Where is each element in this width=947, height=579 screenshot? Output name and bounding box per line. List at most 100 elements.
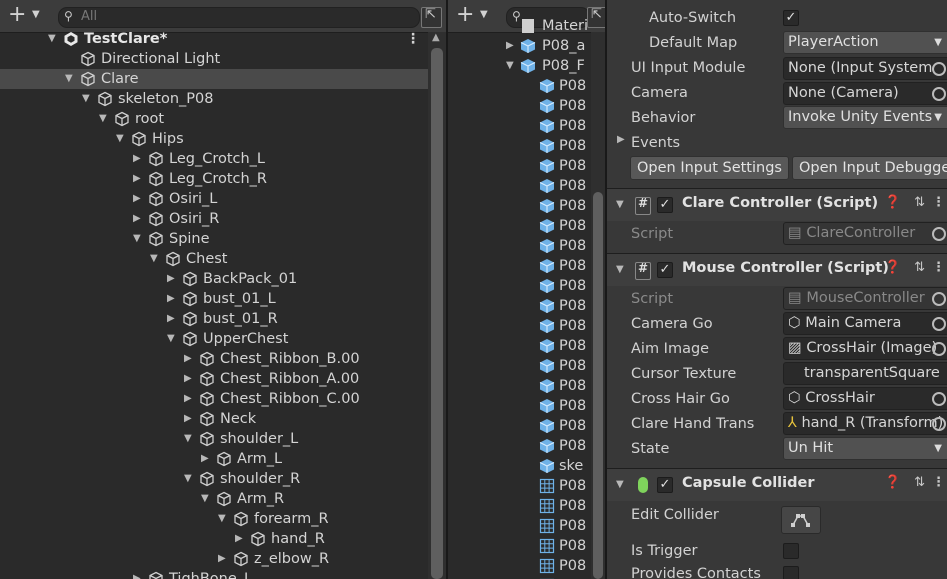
camera-field[interactable]: None (Camera) [783,82,947,105]
hierarchy-row[interactable]: ▶ Osiri_R [0,209,446,229]
clare-hand-trans-field[interactable]: ⅄ hand_R (Transform) [783,412,947,435]
project-row[interactable]: P08 [448,116,591,136]
project-row[interactable]: P08 [448,516,591,536]
object-picker-icon[interactable] [932,417,946,431]
preset-icon[interactable]: ⇅ [914,195,925,210]
hierarchy-row[interactable]: ▶ Chest_Ribbon_C.00 [0,389,446,409]
foldout-open-icon[interactable]: ▼ [506,56,514,76]
project-row[interactable]: P08 [448,356,591,376]
project-row[interactable]: Materi [448,16,591,36]
foldout-closed-icon[interactable]: ▶ [133,169,141,189]
clare-controller-header[interactable]: ▼ # ✓ Clare Controller (Script) ❓ ⇅ ⋮ [607,188,947,221]
project-row[interactable]: P08 [448,156,591,176]
foldout-open-icon[interactable]: ▼ [184,429,192,449]
foldout-closed-icon[interactable]: ▶ [133,189,141,209]
hierarchy-row[interactable]: ▶ z_elbow_R [0,549,446,569]
project-row[interactable]: P08 [448,536,591,556]
project-row[interactable]: P08 [448,476,591,496]
foldout-open-icon[interactable]: ▼ [218,509,226,529]
hierarchy-row[interactable]: ▶ Arm_L [0,449,446,469]
project-row[interactable]: P08 [448,396,591,416]
events-foldout-icon[interactable]: ▶ [617,134,625,145]
behavior-dropdown[interactable]: Invoke Unity Events ▼ [783,106,947,129]
foldout-closed-icon[interactable]: ▶ [167,269,175,289]
foldout-closed-icon[interactable]: ▶ [184,409,192,429]
help-icon[interactable]: ❓ [885,195,901,210]
component-foldout-icon[interactable]: ▼ [616,264,624,275]
project-row[interactable]: P08 [448,96,591,116]
project-scroll-thumb[interactable] [593,192,603,579]
hierarchy-row[interactable]: ▼ Chest [0,249,446,269]
hierarchy-row[interactable]: ▼ root [0,109,446,129]
foldout-open-icon[interactable]: ▼ [201,489,209,509]
hierarchy-row[interactable]: ▶ bust_01_R [0,309,446,329]
hierarchy-row[interactable]: Directional Light [0,49,446,69]
auto-switch-checkbox[interactable]: ✓ [783,10,799,26]
hierarchy-row[interactable]: ▼ Clare [0,69,446,89]
object-picker-icon[interactable] [932,227,946,241]
hierarchy-row[interactable]: ▶ BackPack_01 [0,269,446,289]
aim-image-field[interactable]: ▨ CrossHair (Image) [783,337,947,360]
hierarchy-row[interactable]: ▶ Leg_Crotch_L [0,149,446,169]
add-dropdown-icon[interactable]: ▼ [32,9,40,20]
object-picker-icon[interactable] [932,317,946,331]
hierarchy-row[interactable]: ▶ bust_01_L [0,289,446,309]
component-foldout-icon[interactable]: ▼ [616,199,624,210]
project-row[interactable]: P08 [448,76,591,96]
scene-menu-icon[interactable]: ⋮ [406,29,420,49]
project-row[interactable]: ▼ P08_F [448,56,591,76]
project-scrollbar[interactable] [591,32,605,579]
project-row[interactable]: P08 [448,196,591,216]
object-picker-icon[interactable] [932,392,946,406]
foldout-closed-icon[interactable]: ▶ [184,349,192,369]
hierarchy-row[interactable]: ▶ Osiri_L [0,189,446,209]
foldout-open-icon[interactable]: ▼ [99,109,107,129]
component-menu-icon[interactable]: ⋮ [932,195,945,210]
foldout-open-icon[interactable]: ▼ [116,129,124,149]
hierarchy-row[interactable]: ▼ Spine [0,229,446,249]
project-row[interactable]: P08 [448,216,591,236]
is-trigger-checkbox[interactable] [783,543,799,559]
capsule-collider-header[interactable]: ▼ ✓ Capsule Collider ❓ ⇅ ⋮ [607,468,947,501]
project-row[interactable]: P08 [448,296,591,316]
project-row[interactable]: P08 [448,136,591,156]
foldout-closed-icon[interactable]: ▶ [235,529,243,549]
object-picker-icon[interactable] [932,292,946,306]
foldout-open-icon[interactable]: ▼ [48,29,56,49]
scroll-up-icon[interactable]: ▲ [432,32,440,43]
state-dropdown[interactable]: Un Hit ▼ [783,437,947,460]
project-row[interactable]: ske [448,456,591,476]
search-filter-button[interactable]: ⇱ [421,7,442,28]
help-icon[interactable]: ❓ [885,260,901,275]
project-row[interactable]: P08 [448,236,591,256]
foldout-closed-icon[interactable]: ▶ [218,549,226,569]
foldout-open-icon[interactable]: ▼ [184,469,192,489]
hierarchy-row[interactable]: ▶ Chest_Ribbon_B.00 [0,349,446,369]
hierarchy-scroll-thumb[interactable] [431,48,443,579]
preset-icon[interactable]: ⇅ [914,475,925,490]
foldout-closed-icon[interactable]: ▶ [133,149,141,169]
capsule-collider-enabled-checkbox[interactable]: ✓ [657,477,673,493]
hierarchy-scrollbar[interactable]: ▲ [428,32,446,579]
project-row[interactable]: P08 [448,256,591,276]
foldout-open-icon[interactable]: ▼ [65,69,73,89]
foldout-closed-icon[interactable]: ▶ [167,289,175,309]
provides-contacts-checkbox[interactable] [783,566,799,579]
ui-input-module-field[interactable]: None (Input System [783,57,947,80]
foldout-closed-icon[interactable]: ▶ [184,369,192,389]
hierarchy-row[interactable]: ▶ Chest_Ribbon_A.00 [0,369,446,389]
foldout-closed-icon[interactable]: ▶ [201,449,209,469]
project-row[interactable]: P08 [448,176,591,196]
hierarchy-row[interactable]: ▼ skeleton_P08 [0,89,446,109]
foldout-closed-icon[interactable]: ▶ [133,569,141,579]
object-picker-icon[interactable] [932,87,946,101]
hierarchy-row[interactable]: ▼ shoulder_L [0,429,446,449]
hierarchy-row[interactable]: ▼ forearm_R [0,509,446,529]
clare-script-field[interactable]: ▤ ClareController [783,222,947,245]
edit-collider-button[interactable] [781,506,821,534]
project-row[interactable]: P08 [448,316,591,336]
foldout-closed-icon[interactable]: ▶ [133,209,141,229]
component-foldout-icon[interactable]: ▼ [616,479,624,490]
hierarchy-row[interactable]: ▶ Neck [0,409,446,429]
clare-controller-enabled-checkbox[interactable]: ✓ [657,197,673,213]
